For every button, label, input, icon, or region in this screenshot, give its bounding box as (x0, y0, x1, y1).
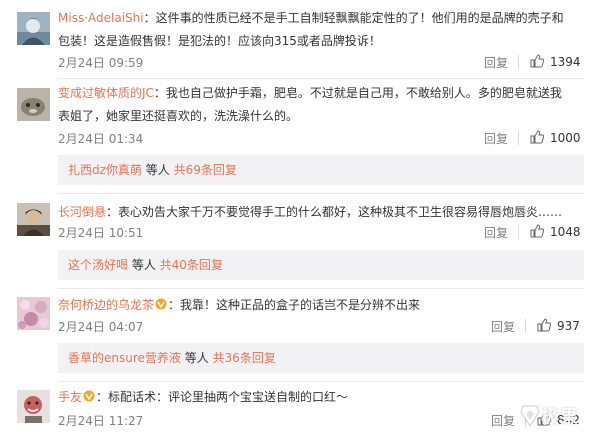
sub-reply-summary[interactable]: 香草的ensure营养液 等人 共36条回复 (58, 343, 584, 373)
comment-time: 2月24日 11:27 (58, 414, 144, 428)
sub-reply-user[interactable]: 这个汤好喝 (68, 258, 128, 272)
divider (518, 131, 519, 145)
thumbs-up-icon (537, 318, 551, 332)
reply-button[interactable]: 回复 (484, 54, 508, 71)
watermark-logo: 极果 (519, 402, 581, 430)
like-count: 1048 (550, 225, 581, 239)
watermark-icon (520, 405, 540, 427)
like-button[interactable]: 1000 (530, 130, 581, 145)
divider (525, 319, 526, 333)
avatar[interactable] (17, 88, 50, 121)
sub-reply-count-link[interactable]: 共36条回复 (213, 351, 276, 365)
comment-text: Miss·AdelaiShi：这件事的性质已经不是手工自制轻飘飘能定性的了！他们… (58, 7, 569, 53)
username-link[interactable]: 变成过敏体质的JC (58, 86, 154, 100)
reply-button[interactable]: 回复 (484, 130, 508, 147)
username-link[interactable]: 奈何桥边的乌龙茶 (58, 298, 154, 312)
like-button[interactable]: 1048 (530, 224, 581, 239)
comment-time: 2月24日 09:59 (58, 56, 144, 70)
thumbs-up-icon (530, 224, 544, 238)
comment-body: ：我靠！这种正品的盒子的话岂不是分辨不出来 (168, 298, 421, 312)
like-button[interactable]: 1394 (530, 54, 581, 69)
like-count: 1394 (550, 55, 581, 69)
sub-reply-middle: 等人 (128, 258, 160, 272)
reply-button[interactable]: 回复 (491, 318, 515, 335)
thumbs-up-icon (530, 54, 544, 68)
sub-reply-middle: 等人 (180, 351, 213, 365)
username-link[interactable]: 手友 (58, 390, 82, 404)
sub-reply-summary[interactable]: 这个汤好喝 等人 共40条回复 (58, 250, 584, 280)
comment-time: 2月24日 04:07 (58, 320, 144, 334)
username-link[interactable]: 长河倒悬 (58, 205, 106, 219)
sub-reply-summary[interactable]: 扎西dz你真萌 等人 共69条回复 (58, 155, 584, 185)
sub-reply-count-link[interactable]: 共69条回复 (174, 163, 237, 177)
reply-button[interactable]: 回复 (484, 224, 508, 241)
sub-reply-line: 扎西dz你真萌 等人 共69条回复 (68, 161, 237, 179)
comment-text: 奈何桥边的乌龙茶 ：我靠！这种正品的盒子的话岂不是分辨不出来 (58, 294, 569, 317)
vip-badge-icon (155, 295, 167, 310)
divider (518, 225, 519, 239)
divider (58, 288, 584, 289)
avatar[interactable] (17, 390, 50, 423)
comment-time: 2月24日 01:34 (58, 132, 144, 146)
avatar[interactable] (17, 203, 50, 236)
divider (58, 381, 584, 382)
reply-button[interactable]: 回复 (491, 412, 515, 429)
comment-body: ：标配话术：评论里抽两个宝宝送自制的口红～ (96, 390, 349, 404)
comment-text: 变成过敏体质的JC：我也自己做护手霜，肥皂。不过就是自己用，不敢给别人。多的肥皂… (58, 82, 569, 128)
sub-reply-middle: 等人 (141, 163, 174, 177)
sub-reply-user[interactable]: 扎西dz你真萌 (68, 163, 142, 177)
watermark-text: 极果 (541, 407, 579, 428)
sub-reply-line: 这个汤好喝 等人 共40条回复 (68, 256, 223, 274)
comment-body: ：表心劝告大家千万不要觉得手工的什么都好，这种极其不卫生很容易得唇炮唇炎…… (106, 205, 563, 219)
sub-reply-user[interactable]: 香草的ensure营养液 (68, 351, 181, 365)
like-button[interactable]: 937 (537, 318, 580, 333)
sub-reply-count-link[interactable]: 共40条回复 (160, 258, 223, 272)
comment-time: 2月24日 10:51 (58, 226, 144, 240)
divider (58, 193, 584, 194)
vip-badge-icon (83, 387, 95, 402)
divider (58, 78, 584, 79)
divider (518, 55, 519, 69)
thumbs-up-icon (530, 130, 544, 144)
comment-text: 长河倒悬：表心劝告大家千万不要觉得手工的什么都好，这种极其不卫生很容易得唇炮唇炎… (58, 201, 569, 224)
avatar[interactable] (17, 297, 50, 330)
username-link[interactable]: Miss·AdelaiShi (58, 11, 144, 25)
comment-text: 手友 ：标配话术：评论里抽两个宝宝送自制的口红～ (58, 386, 569, 409)
like-count: 937 (557, 319, 580, 333)
like-count: 1000 (550, 131, 581, 145)
avatar[interactable] (17, 12, 50, 45)
sub-reply-line: 香草的ensure营养液 等人 共36条回复 (68, 349, 276, 367)
